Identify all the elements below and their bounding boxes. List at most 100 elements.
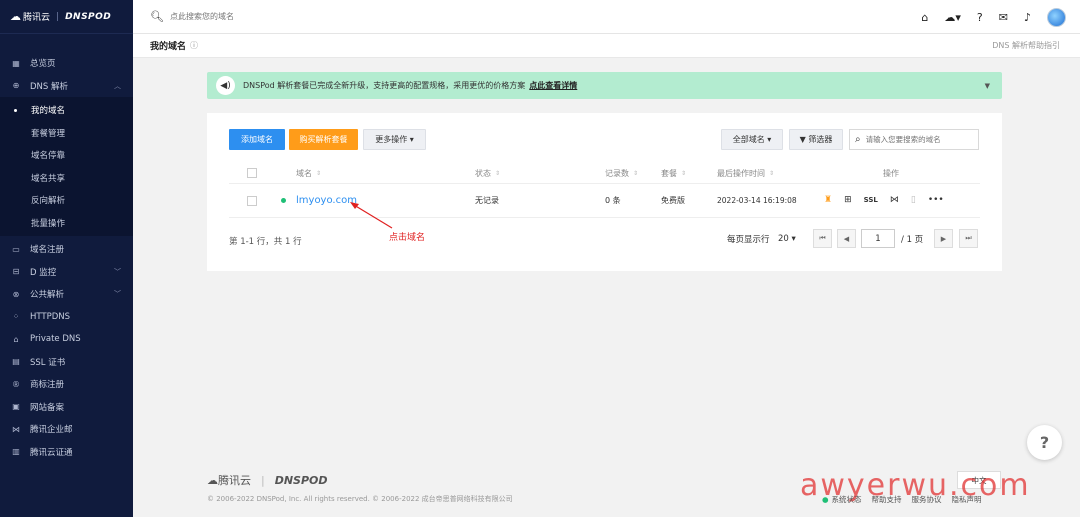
column-header-actions: 操作 — [883, 168, 899, 178]
subnav-plans[interactable]: 套餐管理 — [0, 122, 133, 145]
row-action-icons: ♜ ⊞ SSL ⋈ ▯ ••• — [824, 192, 944, 208]
footer-status-link[interactable]: ● 系统状态 — [822, 494, 862, 505]
subnav-reverse[interactable]: 反向解析 — [0, 189, 133, 212]
table-divider — [229, 183, 980, 184]
grid-icon: ▦ — [12, 58, 20, 68]
speaker-icon: ◀) — [216, 76, 235, 95]
filter-button[interactable]: ▼ 筛选器 — [789, 129, 843, 150]
table-row-last-op: 2022-03-14 16:19:08 — [717, 195, 797, 205]
next-page-button[interactable]: ▶ — [934, 229, 953, 248]
sidebar-item-label: D 监控 — [30, 267, 57, 278]
subnav-my-domains[interactable]: 我的域名 — [0, 99, 133, 122]
table-search-input[interactable] — [865, 135, 966, 144]
footer-privacy-link[interactable]: 隐私声明 — [952, 494, 982, 505]
table-divider — [229, 217, 980, 218]
cloud-menu-icon[interactable]: ☁▾ — [944, 11, 961, 24]
public-icon: ⊗ — [12, 289, 20, 299]
home-icon[interactable]: ⌂ — [921, 11, 928, 24]
sidebar-item-label: 商标注册 — [30, 380, 65, 391]
column-header-status[interactable]: 状态 ⇕ — [475, 163, 500, 183]
sort-icon: ⇕ — [495, 169, 501, 177]
table-row-records: 0 条 — [605, 195, 621, 205]
topbar-icons: ⌂ ☁▾ ? ✉ ♪ — [921, 0, 1066, 34]
domain-search-input[interactable] — [169, 12, 370, 21]
ssl-icon[interactable]: SSL — [864, 196, 878, 204]
help-fab-button[interactable]: ? — [1027, 425, 1062, 460]
dns-help-link[interactable]: DNS 解析帮助指引 — [992, 40, 1060, 51]
all-domains-dropdown[interactable]: 全部域名 ▾ — [721, 129, 783, 150]
subnav-sharing[interactable]: 域名共享 — [0, 167, 133, 190]
notice-details-link[interactable]: 点此查看详情 — [529, 80, 577, 91]
domain-link[interactable]: lmyoyo.com — [296, 195, 357, 206]
card-search: ⌕ — [849, 129, 979, 150]
chevron-down-icon[interactable]: ▼ — [985, 82, 990, 90]
sort-icon: ⇕ — [681, 169, 687, 177]
avatar[interactable] — [1047, 7, 1066, 27]
topbar: 🔍︎ ⌂ ☁▾ ? ✉ ♪ — [133, 0, 1080, 34]
cloud-logo-icon: ☁ — [10, 10, 21, 23]
dashboard-icon[interactable]: ⊞ — [844, 195, 852, 205]
logo-brand: 腾讯云 — [23, 13, 51, 23]
column-header-plan[interactable]: 套餐 ⇕ — [661, 163, 686, 183]
sidebar-item-icp[interactable]: ▣ 网站备案 — [0, 396, 133, 419]
sidebar-item-mail[interactable]: ⋈ 腾讯企业邮 — [0, 418, 133, 441]
first-page-button[interactable]: ⏮ — [813, 229, 832, 248]
security-icon[interactable]: ♜ — [824, 195, 832, 205]
page-number-input[interactable]: 1 — [861, 229, 895, 248]
subnav-batch[interactable]: 批量操作 — [0, 212, 133, 235]
sidebar-item-trademark[interactable]: ® 商标注册 — [0, 373, 133, 396]
wechat-icon[interactable]: ✉ — [999, 11, 1008, 24]
row-checkbox[interactable] — [247, 196, 257, 206]
card-icon: ▭ — [12, 244, 20, 254]
info-icon[interactable]: ⓘ — [190, 40, 198, 51]
table-row-domain[interactable]: lmyoyo.com — [296, 192, 357, 208]
add-domain-button[interactable]: 添加域名 — [229, 129, 285, 150]
domain-list-card: 添加域名 购买解析套餐 更多操作 ▾ 全部域名 ▾ ▼ 筛选器 ⌕ 域名⇕ 状态… — [207, 113, 1002, 271]
column-header-domain[interactable]: 域名 ⇕ — [296, 163, 321, 183]
help-icon[interactable]: ? — [977, 11, 983, 24]
subnav-parking[interactable]: 域名停靠 — [0, 144, 133, 167]
mail-icon: ⋈ — [12, 424, 20, 434]
buy-plan-button[interactable]: 购买解析套餐 — [289, 129, 358, 150]
bell-icon[interactable]: ♪ — [1024, 11, 1031, 24]
select-all-checkbox[interactable] — [247, 168, 257, 178]
search-icon[interactable]: 🔍︎ — [150, 10, 164, 23]
page-header: 我的域名 ⓘ DNS 解析帮助指引 — [133, 34, 1080, 58]
page-title: 我的域名 — [150, 42, 187, 52]
footer-brand: 腾讯云 — [218, 474, 251, 487]
monitor-icon: ⊟ — [12, 267, 20, 277]
sidebar-item-httpdns[interactable]: ⁘ HTTPDNS — [0, 306, 133, 329]
more-actions-button[interactable]: 更多操作 ▾ — [363, 129, 426, 150]
sidebar-item-overview[interactable]: ▦ 总览页 — [0, 52, 133, 75]
sidebar-item-ssl[interactable]: ▤ SSL 证书 — [0, 351, 133, 374]
footer-separator: | — [261, 473, 265, 487]
annotation-text: 点击域名 — [389, 233, 426, 243]
table-row-status: 无记录 — [475, 195, 499, 205]
sidebar-item-public-dns[interactable]: ⊗ 公共解析 ﹀ — [0, 283, 133, 306]
sidebar-nav-lower: ▭ 域名注册 ⊟ D 监控 ﹀ ⊗ 公共解析 ﹀ ⁘ HTTPDNS ⌂ Pri… — [0, 238, 133, 463]
sidebar-item-domain-reg[interactable]: ▭ 域名注册 — [0, 238, 133, 261]
document-icon[interactable]: ▯ — [911, 195, 916, 205]
footer-service-link[interactable]: 服务协议 — [912, 494, 942, 505]
sidebar-item-private-dns[interactable]: ⌂ Private DNS — [0, 328, 133, 351]
httpdns-icon: ⁘ — [12, 312, 20, 322]
sidebar-item-id[interactable]: ▥ 腾讯云证通 — [0, 441, 133, 464]
more-icon[interactable]: ••• — [928, 195, 944, 205]
last-page-button[interactable]: ⏭ — [959, 229, 978, 248]
id-icon: ▥ — [12, 447, 20, 457]
sidebar-nav: ▦ 总览页 ⊕ DNS 解析 ︿ — [0, 52, 133, 97]
column-header-records[interactable]: 记录数 ⇕ — [605, 163, 638, 183]
prev-page-button[interactable]: ◀ — [837, 229, 856, 248]
notice-text: DNSPod 解析套餐已完成全新升级，支持更高的配置规格，采用更优的价格方案 — [243, 81, 526, 90]
mail-icon[interactable]: ⋈ — [890, 195, 899, 205]
logo[interactable]: ☁ 腾讯云 | DNSPOD — [0, 0, 133, 34]
sidebar-item-dns[interactable]: ⊕ DNS 解析 ︿ — [0, 75, 133, 98]
sidebar: ☁ 腾讯云 | DNSPOD ▦ 总览页 ⊕ DNS 解析 ︿ 我的域名 套餐管… — [0, 0, 133, 517]
per-page-select[interactable]: 20 ▾ — [778, 229, 796, 249]
column-header-last-op[interactable]: 最后操作时间 ⇕ — [717, 163, 774, 183]
chevron-down-icon: ﹀ — [114, 267, 121, 276]
globe-icon: ⊕ — [12, 81, 20, 91]
footer-help-link[interactable]: 帮助支持 — [872, 494, 902, 505]
sidebar-item-d-monitor[interactable]: ⊟ D 监控 ﹀ — [0, 261, 133, 284]
logo-separator: | — [56, 11, 60, 22]
